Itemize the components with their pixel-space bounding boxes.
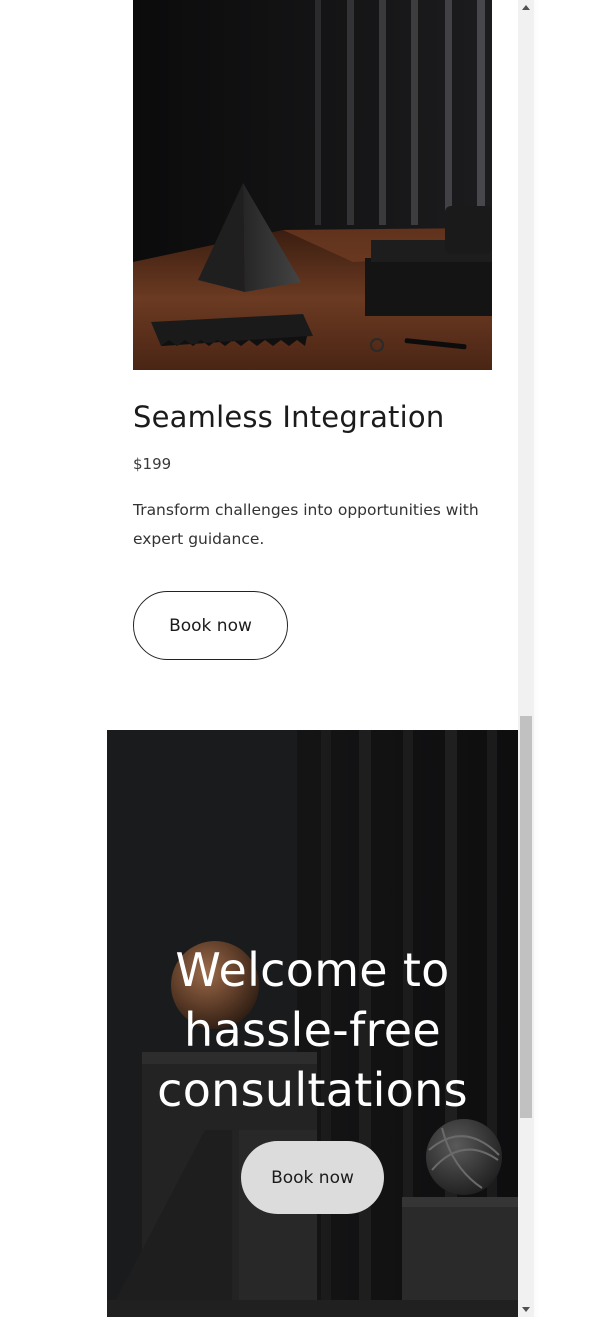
product-description: Transform challenges into opportunities … bbox=[133, 501, 479, 548]
product-image bbox=[133, 0, 492, 370]
vertical-scrollbar[interactable] bbox=[518, 0, 534, 1317]
hero-section: Welcome to hassle-free consultations Boo… bbox=[107, 730, 518, 1317]
scrollbar-thumb[interactable] bbox=[520, 716, 532, 1118]
product-title: Seamless Integration bbox=[133, 400, 445, 434]
triangle-down-icon[interactable] bbox=[518, 1301, 534, 1317]
hero-title-line-3: consultations bbox=[157, 1063, 468, 1117]
product-card: Seamless Integration $199 Transform chal… bbox=[107, 0, 518, 730]
triangle-up-icon[interactable] bbox=[518, 0, 534, 16]
hero-book-now-button[interactable]: Book now bbox=[241, 1141, 384, 1214]
book-now-button[interactable]: Book now bbox=[133, 591, 288, 660]
hero-title-line-1: Welcome to bbox=[175, 943, 450, 997]
right-gutter bbox=[534, 0, 607, 1317]
left-gutter bbox=[0, 0, 107, 1317]
hero-title: Welcome to hassle-free consultations bbox=[107, 940, 518, 1120]
product-price: $199 bbox=[133, 455, 172, 473]
hero-title-line-2: hassle-free bbox=[184, 1003, 441, 1057]
